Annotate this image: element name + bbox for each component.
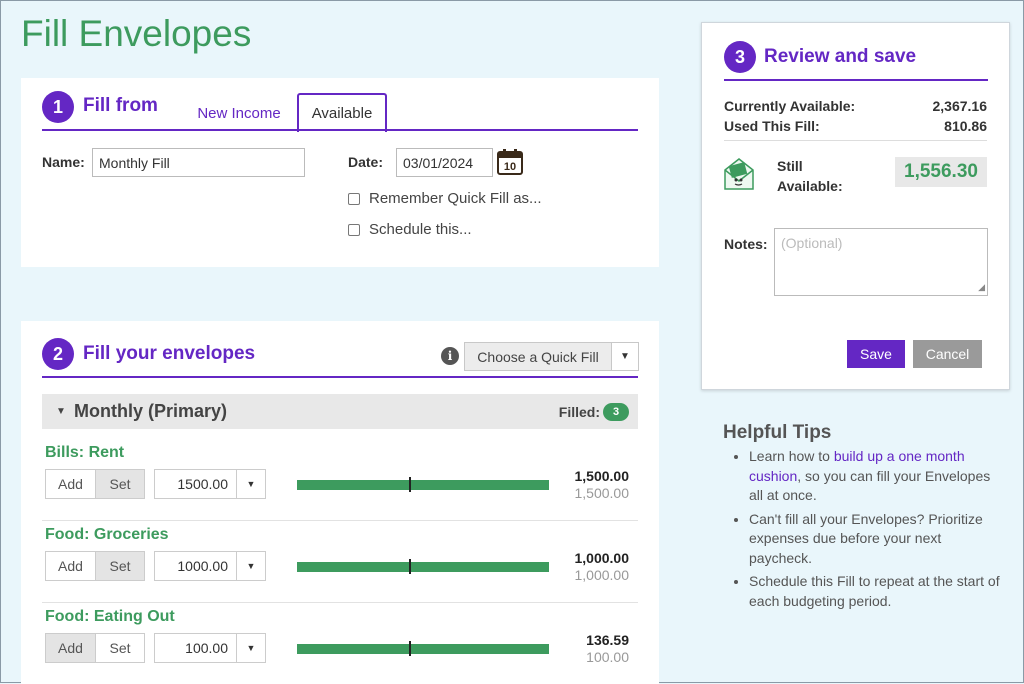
notes-label: Notes: xyxy=(724,236,768,252)
still-available-label: Still Available: xyxy=(777,158,843,194)
still-available-value: 1,556.30 xyxy=(895,157,987,187)
quick-fill-select[interactable]: Choose a Quick Fill ▼ xyxy=(464,342,639,371)
caret-down-icon[interactable]: ▼ xyxy=(56,406,66,417)
set-button[interactable]: Set xyxy=(95,634,144,662)
remember-quick-fill-checkbox[interactable] xyxy=(348,192,360,205)
name-label: Name: xyxy=(42,154,85,170)
add-set-toggle: Add Set xyxy=(45,551,145,581)
envelope-name: Food: Groceries xyxy=(45,526,169,543)
envelope-new-balance: 136.59 xyxy=(586,632,629,648)
helpful-tips-title: Helpful Tips xyxy=(723,422,832,443)
filled-count-badge: 3 xyxy=(603,403,629,421)
used-this-fill-value: 810.86 xyxy=(944,118,987,134)
add-set-toggle: Add Set xyxy=(45,469,145,499)
chevron-down-icon[interactable]: ▼ xyxy=(611,343,638,370)
envelope-new-balance: 1,500.00 xyxy=(574,468,630,484)
add-button[interactable]: Add xyxy=(46,552,95,580)
filled-label: Filled: xyxy=(558,404,600,420)
tab-available[interactable]: Available xyxy=(297,93,387,132)
currently-available-value: 2,367.16 xyxy=(932,98,988,114)
schedule-row[interactable]: Schedule this... xyxy=(348,221,472,238)
progress-marker xyxy=(409,477,411,492)
tab-underline xyxy=(42,129,638,131)
set-button[interactable]: Set xyxy=(95,552,144,580)
add-button[interactable]: Add xyxy=(46,634,95,662)
date-label: Date: xyxy=(348,154,384,170)
remember-quick-fill-label: Remember Quick Fill as... xyxy=(369,190,542,207)
currently-available-row: Currently Available: 2,367.16 xyxy=(724,98,987,114)
used-this-fill-label: Used This Fill: xyxy=(724,118,820,134)
tab-new-income[interactable]: New Income xyxy=(189,95,289,131)
date-input[interactable]: 03/01/2024 xyxy=(396,148,493,177)
used-this-fill-row: Used This Fill: 810.86 xyxy=(724,118,987,134)
envelope-icon xyxy=(722,156,756,197)
envelope-row: Bills: Rent Add Set 1500.00 ▼ 1,500.00 1… xyxy=(42,439,638,521)
add-set-toggle: Add Set xyxy=(45,633,145,663)
fill-progress-bar xyxy=(297,644,549,654)
set-button[interactable]: Set xyxy=(95,470,144,498)
info-icon[interactable]: i xyxy=(441,347,459,365)
chevron-down-icon[interactable]: ▼ xyxy=(236,551,266,581)
name-input[interactable]: Monthly Fill xyxy=(92,148,305,177)
page-title: Fill Envelopes xyxy=(21,13,252,54)
resize-handle-icon[interactable]: ◢ xyxy=(978,282,985,293)
step-1-badge: 1 xyxy=(42,91,74,123)
currently-available-label: Currently Available: xyxy=(724,98,856,114)
add-button[interactable]: Add xyxy=(46,470,95,498)
review-title: Review and save xyxy=(764,46,917,67)
fill-progress-bar xyxy=(297,562,549,572)
summary-divider xyxy=(724,140,987,141)
svg-text:10: 10 xyxy=(504,161,516,173)
helpful-tips-list: Learn how to build up a one month cushio… xyxy=(723,447,1003,615)
progress-marker xyxy=(409,559,411,574)
review-underline xyxy=(724,79,988,81)
step-3-badge: 3 xyxy=(724,41,756,73)
fill-progress-bar xyxy=(297,480,549,490)
tip-item: Schedule this Fill to repeat at the star… xyxy=(749,572,1003,611)
notes-textarea[interactable]: (Optional) ◢ xyxy=(774,228,988,296)
chevron-down-icon[interactable]: ▼ xyxy=(236,633,266,663)
envelope-budget: 1,500.00 xyxy=(574,485,630,501)
fill-envelopes-title: Fill your envelopes xyxy=(83,343,256,364)
fill-from-title: Fill from xyxy=(83,95,158,116)
review-and-save-card: 3 Review and save Currently Available: 2… xyxy=(701,22,1010,390)
schedule-label: Schedule this... xyxy=(369,221,472,238)
cancel-button[interactable]: Cancel xyxy=(913,340,982,368)
tip-item: Can't fill all your Envelopes? Prioritiz… xyxy=(749,510,1003,569)
schedule-checkbox[interactable] xyxy=(348,223,360,236)
calendar-icon[interactable]: 10 xyxy=(496,148,524,181)
step-2-badge: 2 xyxy=(42,338,74,370)
envelope-name: Food: Eating Out xyxy=(45,608,175,625)
envelope-row: Food: Eating Out Add Set 100.00 ▼ 136.59… xyxy=(42,603,638,684)
envelope-budget: 1,000.00 xyxy=(574,567,630,583)
remember-quick-fill-row[interactable]: Remember Quick Fill as... xyxy=(348,190,542,207)
chevron-down-icon[interactable]: ▼ xyxy=(236,469,266,499)
envelope-budget: 100.00 xyxy=(586,649,629,665)
quick-fill-label: Choose a Quick Fill xyxy=(477,348,599,365)
envelope-name: Bills: Rent xyxy=(45,444,125,461)
section-underline xyxy=(42,376,638,378)
progress-marker xyxy=(409,641,411,656)
fill-from-card: 1 Fill from New Income Available Name: M… xyxy=(21,78,659,267)
envelope-row: Food: Groceries Add Set 1000.00 ▼ 1,000.… xyxy=(42,521,638,603)
envelope-new-balance: 1,000.00 xyxy=(574,550,630,566)
tip-item: Learn how to build up a one month cushio… xyxy=(749,447,1003,506)
group-name: Monthly (Primary) xyxy=(74,401,228,421)
envelope-group-header[interactable]: ▼ Monthly (Primary) Filled: 3 xyxy=(42,394,638,429)
save-button[interactable]: Save xyxy=(847,340,905,368)
fill-envelopes-card: 2 Fill your envelopes i Choose a Quick F… xyxy=(21,321,659,684)
